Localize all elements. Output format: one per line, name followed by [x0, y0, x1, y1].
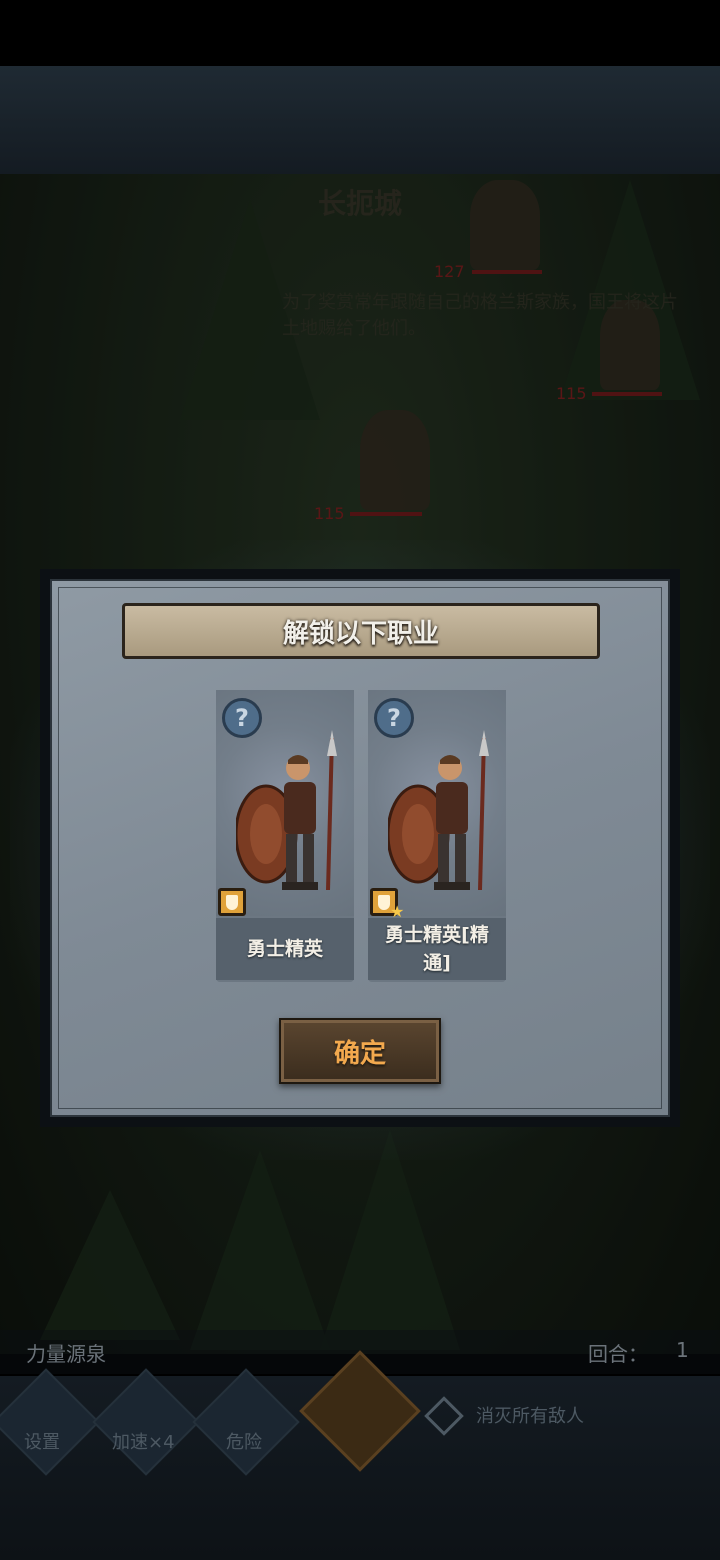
- confirm-button[interactable]: 确定: [279, 1018, 441, 1084]
- warrior-elite-mastery-portrait: [388, 730, 489, 891]
- objective-text: 消灭所有敌人: [476, 1406, 584, 1427]
- shield-badge-icon: [218, 888, 246, 916]
- round-value: 1: [676, 1338, 689, 1362]
- class-name: 勇士精英: [216, 918, 354, 980]
- danger-label: 危险: [226, 1432, 262, 1453]
- class-card[interactable]: ? ★ 勇士精英[精通]: [368, 690, 506, 982]
- dialog-title-banner: 解锁以下职业: [122, 603, 600, 659]
- class-card[interactable]: ? 勇士精英: [216, 690, 354, 982]
- game-screen: 127 115 115 长扼城 为了奖赏常年跟随自己的格兰斯家族，国王将这片土地…: [0, 0, 720, 1560]
- class-name: 勇士精英[精通]: [368, 918, 506, 980]
- round-label: 回合：: [588, 1342, 648, 1366]
- location-label: 力量源泉: [26, 1342, 106, 1366]
- class-portrait: ?: [216, 690, 354, 916]
- top-band: [0, 66, 720, 174]
- warrior-elite-portrait: [236, 730, 337, 891]
- dialog-title: 解锁以下职业: [282, 618, 439, 649]
- speed-label: 加速×4: [112, 1432, 175, 1453]
- confirm-label: 确定: [333, 1038, 386, 1069]
- class-portrait: ? ★: [368, 690, 506, 921]
- settings-label: 设置: [24, 1432, 60, 1453]
- status-bar: [0, 0, 720, 66]
